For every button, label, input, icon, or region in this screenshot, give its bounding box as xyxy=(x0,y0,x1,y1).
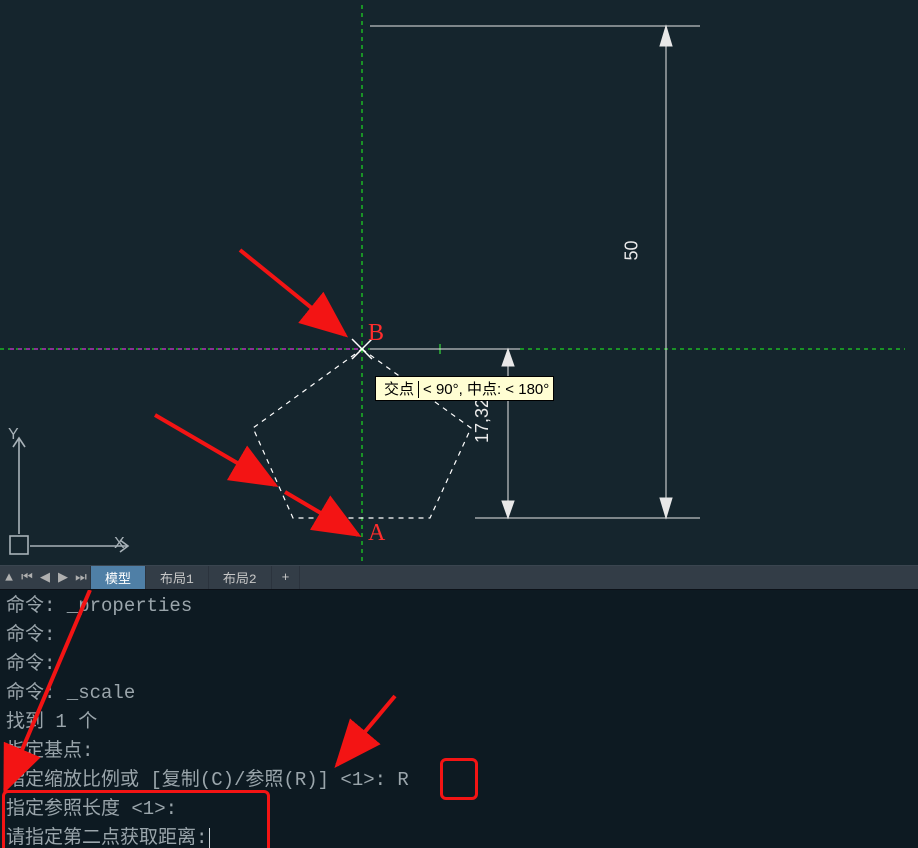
tab-nav-prev-icon[interactable]: ◀ xyxy=(36,566,54,589)
ucs-x-label: X xyxy=(114,535,125,553)
ucs-icon xyxy=(10,438,128,554)
point-label-a: A xyxy=(368,520,385,547)
dimension-text-inner: 17,32 xyxy=(472,398,493,443)
cmd-line: 找到 1 个 xyxy=(6,708,912,737)
point-label-b: B xyxy=(368,320,384,347)
layout-tab-bar: ▲ ⏮ ◀ ▶ ⏭ 模型 布局1 布局2 + xyxy=(0,565,918,590)
tooltip-part1: 交点 xyxy=(380,381,419,398)
tab-nav-next-icon[interactable]: ▶ xyxy=(54,566,72,589)
osnap-tooltip: 交点< 90°, 中点: < 180° xyxy=(375,376,554,401)
annotation-arrows xyxy=(155,250,358,535)
tab-add[interactable]: + xyxy=(272,566,301,589)
cmd-line: 命令: _properties xyxy=(6,592,912,621)
tab-layout2[interactable]: 布局2 xyxy=(209,566,272,589)
tab-nav-last-icon[interactable]: ⏭ xyxy=(72,566,90,589)
cmd-line: 命令: xyxy=(6,621,912,650)
tooltip-part2: < 90°, 中点: < 180° xyxy=(419,381,549,398)
tab-nav-group: ▲ ⏮ ◀ ▶ ⏭ xyxy=(0,566,91,589)
cmd-line: 指定参照长度 <1>: xyxy=(6,795,912,824)
tab-model[interactable]: 模型 xyxy=(91,566,146,589)
ucs-y-label: Y xyxy=(8,426,19,444)
tab-nav-up-icon[interactable]: ▲ xyxy=(0,566,18,589)
cmd-line: 指定基点: xyxy=(6,737,912,766)
command-log[interactable]: 命令: _properties 命令: 命令: 命令: _scale 找到 1 … xyxy=(0,590,918,848)
text-cursor xyxy=(209,828,210,848)
cmd-line: 命令: xyxy=(6,650,912,679)
tab-nav-first-icon[interactable]: ⏮ xyxy=(18,566,36,589)
dimension-inner xyxy=(370,349,520,518)
dimension-text-50: 50 xyxy=(622,240,643,260)
cmd-prompt[interactable]: 请指定第二点获取距离: xyxy=(6,824,912,848)
dimension-50 xyxy=(370,26,700,518)
cmd-line: 命令: _scale xyxy=(6,679,912,708)
drawing-canvas[interactable] xyxy=(0,0,918,565)
drawing-viewport[interactable]: 50 17,32 B A X Y 交点< 90°, 中点: < 180° xyxy=(0,0,918,565)
tab-layout1[interactable]: 布局1 xyxy=(146,566,209,589)
cmd-line: 指定缩放比例或 [复制(C)/参照(R)] <1>: R xyxy=(6,766,912,795)
